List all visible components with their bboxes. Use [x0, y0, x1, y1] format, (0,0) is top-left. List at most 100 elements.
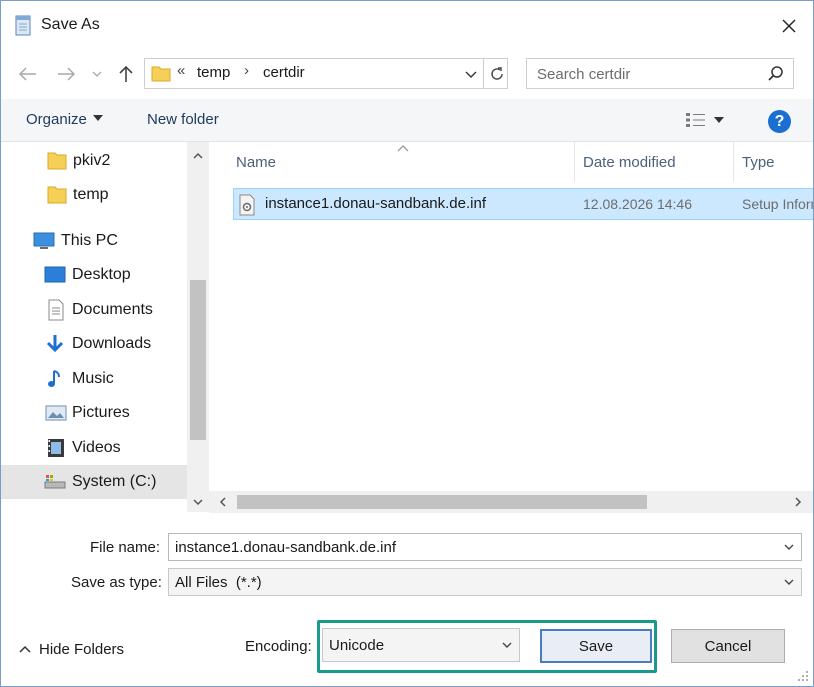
nav-item-label: pkiv2 — [73, 152, 111, 169]
navigation-pane: pkiv2 temp This PC Desktop Documents Dow… — [1, 142, 209, 512]
file-name-field[interactable]: instance1.donau-sandbank.de.inf — [168, 533, 802, 561]
scrollbar-thumb[interactable] — [237, 495, 647, 509]
breadcrumb-certdir[interactable]: certdir — [263, 64, 305, 81]
view-options-caret-icon[interactable] — [714, 117, 724, 123]
refresh-button[interactable] — [483, 59, 509, 88]
nav-item-system-c[interactable]: System (C:) — [1, 465, 187, 499]
music-icon — [48, 370, 60, 387]
encoding-value: Unicode — [329, 637, 385, 654]
caret-down-icon — [92, 115, 103, 121]
nav-item-pkiv2[interactable]: pkiv2 — [1, 144, 187, 178]
view-details-icon[interactable] — [685, 111, 707, 129]
file-date-modified: 12.08.2026 14:46 — [583, 196, 692, 212]
nav-item-this-pc[interactable]: This PC — [1, 224, 187, 258]
close-button[interactable] — [771, 9, 807, 43]
file-type: Setup Information — [742, 196, 813, 212]
nav-item-label: Pictures — [72, 404, 130, 421]
breadcrumb-separator: › — [244, 62, 249, 79]
nav-item-label: Downloads — [72, 335, 152, 352]
nav-item-music[interactable]: Music — [1, 362, 187, 396]
window-title: Save As — [41, 16, 100, 33]
address-bar[interactable]: « temp › certdir — [144, 58, 508, 89]
chevron-right-icon[interactable] — [792, 496, 804, 508]
desktop-icon — [44, 266, 66, 283]
arrow-right-icon — [58, 67, 75, 81]
file-name-value: instance1.donau-sandbank.de.inf — [175, 539, 397, 556]
downloads-icon — [46, 335, 64, 353]
navigation-scrollbar[interactable] — [187, 142, 209, 512]
videos-icon — [48, 439, 64, 457]
chevron-down-icon — [502, 642, 512, 648]
nav-item-downloads[interactable]: Downloads — [1, 327, 187, 361]
chevron-down-icon — [92, 71, 102, 77]
chevron-down-icon[interactable] — [463, 65, 479, 83]
column-header-date-modified[interactable]: Date modified — [583, 154, 676, 171]
up-button[interactable] — [113, 59, 139, 89]
encoding-label: Encoding: — [245, 638, 312, 655]
save-button[interactable]: Save — [540, 629, 652, 663]
folder-icon — [47, 152, 67, 170]
command-bar: Organize New folder — [1, 99, 813, 142]
nav-item-label: Videos — [72, 439, 121, 456]
setup-information-file-icon — [239, 194, 255, 216]
sort-ascending-icon — [397, 145, 409, 152]
save-as-type-select[interactable]: All Files (*.*) — [168, 568, 802, 596]
notepad-icon — [15, 15, 31, 36]
column-header-name[interactable]: Name — [236, 154, 276, 171]
hide-folders-button[interactable]: Hide Folders — [19, 641, 124, 658]
file-list-horizontal-scrollbar[interactable] — [209, 491, 813, 513]
cancel-button[interactable]: Cancel — [671, 629, 785, 663]
resize-grip-icon[interactable] — [796, 669, 810, 683]
search-input[interactable] — [537, 64, 757, 84]
nav-item-pictures[interactable]: Pictures — [1, 396, 187, 430]
file-list: Name Date modified Type instance1.donau-… — [219, 142, 813, 512]
search-icon[interactable] — [767, 65, 785, 83]
chevron-down-icon — [784, 579, 794, 585]
nav-item-label: System (C:) — [72, 473, 157, 490]
column-divider[interactable] — [733, 142, 734, 182]
chevron-down-icon[interactable] — [192, 496, 204, 508]
close-icon — [782, 19, 796, 33]
recent-locations-button[interactable] — [89, 59, 105, 89]
nav-item-label: Documents — [72, 301, 153, 318]
file-name-label: File name: — [90, 539, 161, 556]
hide-folders-label: Hide Folders — [39, 641, 125, 658]
save-as-dialog: Save As « temp › certdir Search certdir … — [0, 0, 814, 687]
pictures-icon — [45, 405, 67, 421]
organize-label: Organize — [26, 111, 87, 128]
file-row[interactable]: instance1.donau-sandbank.de.inf 12.08.20… — [233, 188, 813, 220]
nav-item-label: temp — [73, 186, 109, 203]
nav-item-desktop[interactable]: Desktop — [1, 258, 187, 292]
organize-menu[interactable]: Organize — [26, 111, 103, 128]
help-button[interactable]: ? — [768, 110, 791, 133]
encoding-select[interactable]: Unicode — [322, 628, 520, 662]
new-folder-button[interactable]: New folder — [147, 111, 219, 128]
nav-item-label: Desktop — [72, 266, 131, 283]
drive-icon — [44, 475, 66, 489]
chevron-down-icon[interactable] — [783, 541, 795, 553]
refresh-icon — [490, 66, 503, 80]
title-bar: Save As — [1, 1, 813, 49]
computer-icon — [33, 232, 55, 249]
column-header-type[interactable]: Type — [742, 154, 775, 171]
back-button[interactable] — [15, 59, 41, 89]
breadcrumb-temp[interactable]: temp — [197, 64, 230, 81]
nav-item-label: Music — [72, 370, 114, 387]
chevron-up-icon[interactable] — [192, 150, 204, 162]
nav-item-temp[interactable]: temp — [1, 178, 187, 212]
arrow-left-icon — [19, 67, 36, 81]
nav-item-documents[interactable]: Documents — [1, 293, 187, 327]
column-divider[interactable] — [574, 142, 575, 182]
nav-item-videos[interactable]: Videos — [1, 431, 187, 465]
folder-icon — [151, 66, 171, 82]
scrollbar-thumb[interactable] — [190, 280, 206, 440]
chevron-left-icon[interactable] — [217, 496, 229, 508]
nav-item-label: This PC — [61, 232, 118, 249]
search-box[interactable] — [526, 58, 794, 89]
save-as-type-label: Save as type: — [71, 574, 162, 591]
arrow-up-icon — [119, 65, 133, 82]
forward-button[interactable] — [53, 59, 79, 89]
folder-icon — [47, 186, 67, 204]
save-as-type-value: All Files (*.*) — [175, 574, 262, 591]
breadcrumb-overflow[interactable]: « — [177, 62, 185, 79]
